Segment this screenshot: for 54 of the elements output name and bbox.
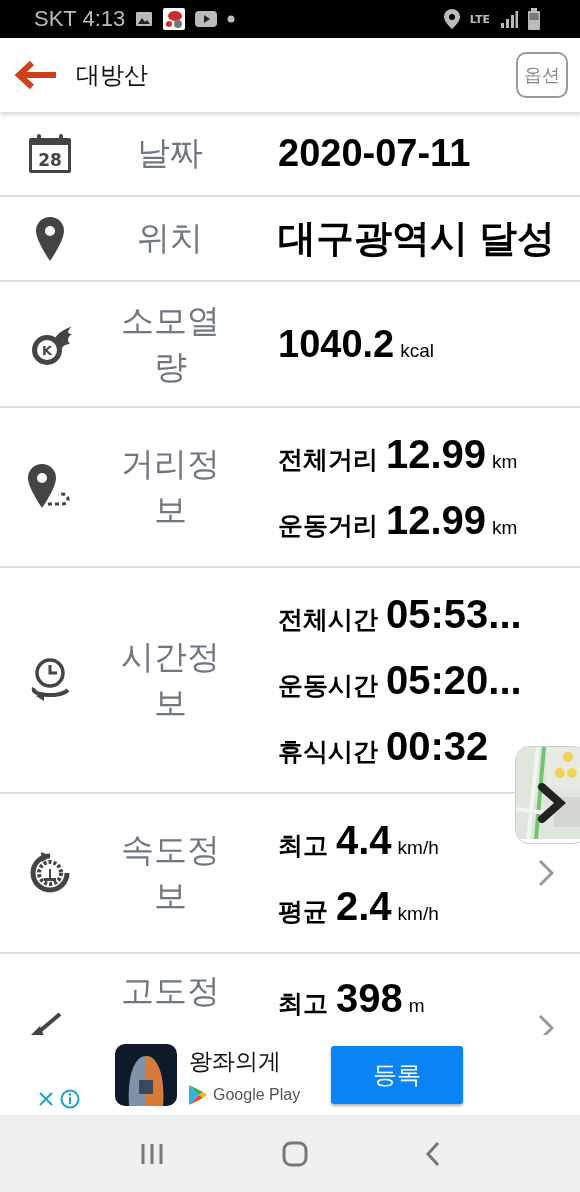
location-icon (443, 9, 460, 29)
field-value: 2.4 (336, 883, 392, 931)
video-icon (195, 11, 218, 27)
field-label: 거리정보 (119, 443, 221, 532)
field-value: 2020-07-11 (278, 132, 472, 175)
store-name: Google Play (213, 1085, 301, 1104)
ad-title: 왕좌의게 (189, 1046, 282, 1076)
field-value: 05:53... (386, 591, 522, 639)
home-icon[interactable] (282, 1140, 308, 1167)
sub-label: 최고 (278, 988, 328, 1021)
info-icon[interactable] (60, 1089, 80, 1109)
back-icon[interactable] (425, 1140, 442, 1167)
back-arrow-icon[interactable] (14, 60, 58, 90)
sub-label: 휴식시간 (278, 736, 378, 769)
app-notification-icon (163, 8, 186, 30)
sub-label: 운동거리 (278, 510, 378, 543)
signal-icon (500, 10, 518, 28)
field-label: 소모열량 (119, 300, 221, 389)
field-label: 고도정 (119, 970, 221, 1013)
field-value: 12.99 (386, 497, 487, 545)
sub-label: 운동시간 (278, 670, 378, 703)
field-value: 4.4 (336, 817, 392, 865)
sub-label: 전체거리 (278, 444, 378, 477)
sub-label: 전체시간 (278, 604, 378, 637)
unit-label: km (492, 517, 518, 540)
chevron-right-icon[interactable] (536, 783, 566, 823)
gallery-icon (135, 11, 154, 27)
field-value: 05:20... (386, 657, 522, 705)
battery-icon (528, 8, 540, 30)
unit-label: kcal (400, 339, 435, 362)
sub-label: 최고 (278, 830, 328, 863)
network-label: LTE (469, 12, 490, 26)
field-label: 위치 (136, 217, 204, 260)
field-label: 날짜 (136, 132, 204, 175)
option-button[interactable]: 옵션 (516, 52, 568, 98)
unit-label: m (408, 995, 425, 1018)
unit-label: km (492, 451, 518, 474)
field-value: 1040.2 (278, 322, 395, 366)
play-store-icon (189, 1084, 207, 1105)
close-icon[interactable] (38, 1091, 54, 1107)
field-value: 00:32 (386, 723, 489, 771)
register-button[interactable]: 등록 (331, 1046, 463, 1104)
field-value: 대구광역시 달성 (278, 216, 556, 261)
location-pin-icon (36, 216, 64, 261)
status-time: SKT 4:13 (34, 6, 126, 32)
field-value: 398 (336, 975, 403, 1023)
dot-icon (227, 15, 236, 23)
unit-label: km/h (397, 837, 439, 860)
field-value: 12.99 (386, 431, 487, 479)
field-label: 시간정보 (119, 636, 221, 725)
page-title: 대방산 (76, 60, 149, 91)
field-label: 속도정보 (119, 829, 221, 918)
unit-label: km/h (397, 903, 439, 926)
sub-label: 평균 (278, 896, 328, 929)
